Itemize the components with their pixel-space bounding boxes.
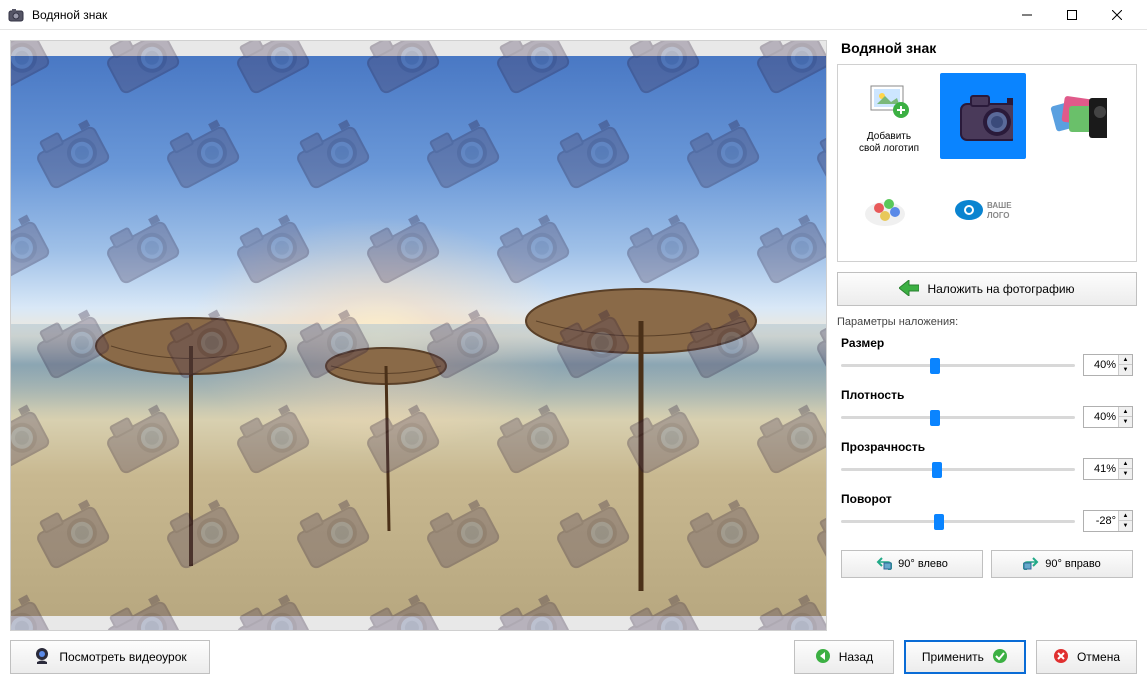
rotate-right-label: 90° вправо [1045, 558, 1101, 570]
svg-text:ЛОГО: ЛОГО [987, 211, 1010, 220]
rotate-right-icon [1023, 556, 1039, 573]
app-icon [8, 7, 24, 23]
logo-preset-camera[interactable] [940, 73, 1026, 159]
apply-label: Применить [922, 650, 984, 664]
opacity-spinner[interactable]: 41% ▲▼ [1083, 458, 1133, 480]
param-rotation-label: Поворот [841, 492, 1133, 506]
maximize-button[interactable] [1049, 0, 1094, 30]
up-arrow-icon[interactable]: ▲ [1119, 407, 1132, 417]
svg-text:ВАШЕ: ВАШЕ [987, 201, 1012, 210]
logo-preset-cloud[interactable] [846, 167, 932, 253]
rotate-left-button[interactable]: 90° влево [841, 550, 983, 578]
params-section-label: Параметры наложения: [837, 316, 1137, 328]
side-heading: Водяной знак [837, 40, 1137, 56]
add-logo-button[interactable]: Добавитьсвой логотип [846, 73, 932, 159]
side-panel: Водяной знак Добавитьсвой логотип [837, 40, 1137, 631]
down-arrow-icon[interactable]: ▼ [1119, 469, 1132, 479]
back-label: Назад [839, 650, 873, 664]
opacity-slider[interactable] [841, 459, 1075, 479]
arrow-left-icon [815, 648, 831, 667]
rotate-buttons-row: 90° влево 90° вправо [837, 550, 1137, 578]
param-opacity-label: Прозрачность [841, 440, 1133, 454]
overlay-on-photo-button[interactable]: Наложить на фотографию [837, 272, 1137, 306]
watch-video-label: Посмотреть видеоурок [59, 650, 186, 664]
arrow-left-green-icon [899, 280, 919, 299]
check-icon [992, 648, 1008, 667]
opacity-value: 41% [1084, 463, 1118, 475]
webcam-icon [33, 647, 51, 668]
logo-preset-your-logo[interactable]: ВАШЕЛОГО [940, 167, 1026, 253]
rotation-spinner[interactable]: -28° ▲▼ [1083, 510, 1133, 532]
overlay-button-label: Наложить на фотографию [927, 282, 1074, 296]
param-opacity: Прозрачность 41% ▲▼ [837, 438, 1137, 488]
apply-button[interactable]: Применить [904, 640, 1026, 674]
param-rotation: Поворот -28° ▲▼ [837, 490, 1137, 540]
down-arrow-icon[interactable]: ▼ [1119, 521, 1132, 531]
cancel-icon [1053, 648, 1069, 667]
cancel-button[interactable]: Отмена [1036, 640, 1137, 674]
param-size: Размер 40% ▲▼ [837, 334, 1137, 384]
add-logo-label: Добавитьсвой логотип [859, 131, 919, 155]
rotation-slider[interactable] [841, 511, 1075, 531]
density-value: 40% [1084, 411, 1118, 423]
up-arrow-icon[interactable]: ▲ [1119, 511, 1132, 521]
logo-preset-photos[interactable] [1034, 73, 1120, 159]
watch-video-button[interactable]: Посмотреть видеоурок [10, 640, 210, 674]
param-density: Плотность 40% ▲▼ [837, 386, 1137, 436]
close-button[interactable] [1094, 0, 1139, 30]
rotate-right-button[interactable]: 90° вправо [991, 550, 1133, 578]
preview-image [11, 56, 826, 616]
cancel-label: Отмена [1077, 650, 1120, 664]
density-slider[interactable] [841, 407, 1075, 427]
param-size-label: Размер [841, 336, 1133, 350]
footer: Посмотреть видеоурок Назад Применить Отм… [0, 631, 1147, 683]
rotation-value: -28° [1084, 515, 1118, 527]
window-title: Водяной знак [32, 8, 1004, 22]
param-density-label: Плотность [841, 388, 1133, 402]
titlebar: Водяной знак [0, 0, 1147, 30]
size-spinner[interactable]: 40% ▲▼ [1083, 354, 1133, 376]
size-value: 40% [1084, 359, 1118, 371]
up-arrow-icon[interactable]: ▲ [1119, 355, 1132, 365]
down-arrow-icon[interactable]: ▼ [1119, 417, 1132, 427]
params-group: Размер 40% ▲▼ Плотность [837, 334, 1137, 540]
logo-gallery: Добавитьсвой логотип ВАШЕЛОГО [837, 64, 1137, 262]
minimize-button[interactable] [1004, 0, 1049, 30]
down-arrow-icon[interactable]: ▼ [1119, 365, 1132, 375]
preview-panel [10, 40, 827, 631]
size-slider[interactable] [841, 355, 1075, 375]
content-area: Водяной знак Добавитьсвой логотип [0, 30, 1147, 631]
up-arrow-icon[interactable]: ▲ [1119, 459, 1132, 469]
back-button[interactable]: Назад [794, 640, 894, 674]
window-controls [1004, 0, 1139, 30]
rotate-left-icon [876, 556, 892, 573]
rotate-left-label: 90° влево [898, 558, 948, 570]
density-spinner[interactable]: 40% ▲▼ [1083, 406, 1133, 428]
